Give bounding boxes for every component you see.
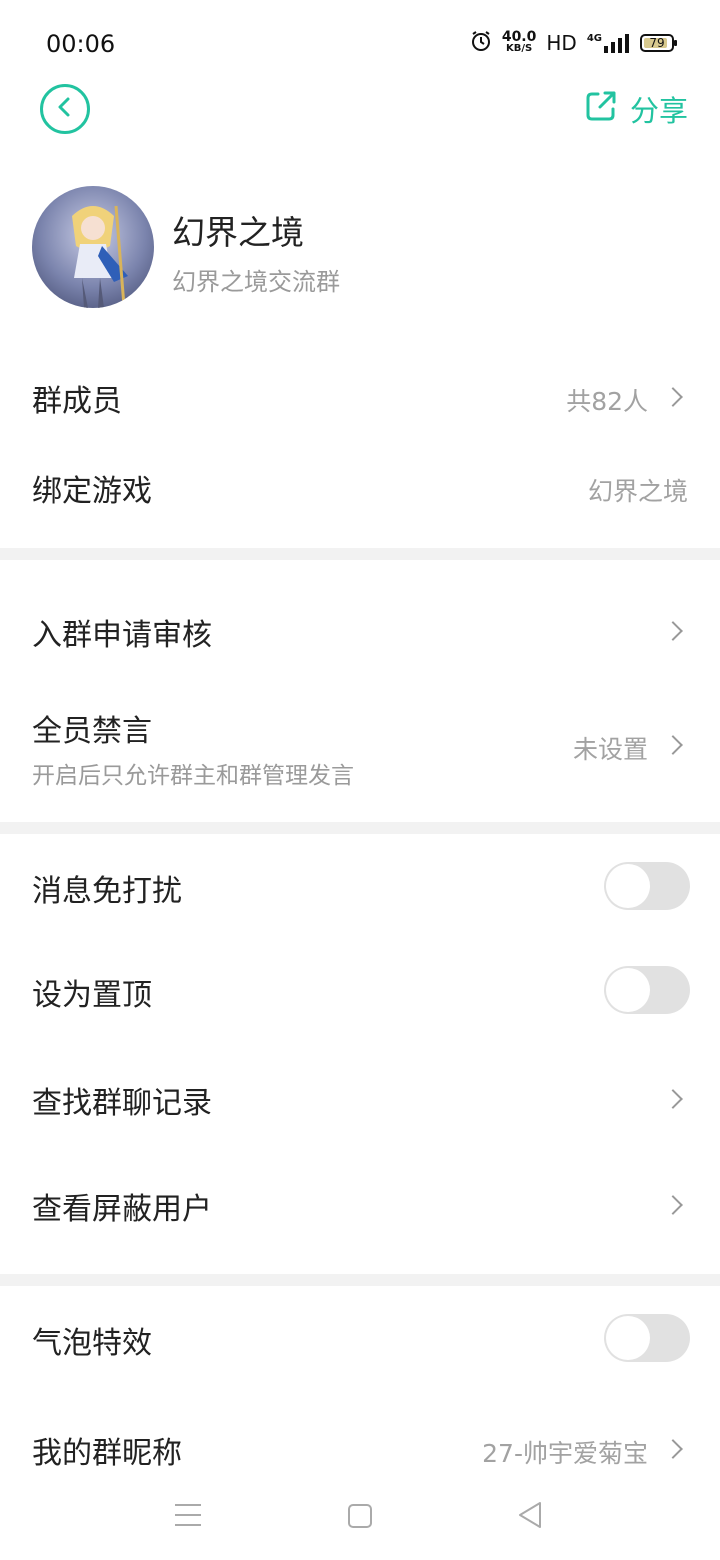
chevron-right-icon <box>663 1439 683 1459</box>
row-members-value: 共82人 <box>566 387 648 416</box>
share-label: 分享 <box>629 94 688 128</box>
back-button[interactable] <box>40 84 90 134</box>
row-bind-game: 绑定游戏 幻界之境 <box>0 442 720 532</box>
row-bubble-effect-label: 气泡特效 <box>32 1326 152 1361</box>
group-name: 幻界之境 <box>172 213 304 252</box>
group-avatar[interactable] <box>32 186 154 308</box>
row-mute-all-label: 全员禁言 <box>32 714 152 749</box>
network-speed: 40.0 KB/S <box>501 29 537 54</box>
chevron-right-icon <box>663 387 683 407</box>
row-search-history-label: 查找群聊记录 <box>32 1086 212 1121</box>
row-mute-all-value: 未设置 <box>572 735 648 764</box>
chevron-right-icon <box>663 1089 683 1109</box>
row-pin-top-label: 设为置顶 <box>32 978 152 1013</box>
row-bind-game-label: 绑定游戏 <box>32 474 152 509</box>
row-do-not-disturb-label: 消息免打扰 <box>32 874 182 909</box>
row-my-nickname-label: 我的群昵称 <box>32 1436 182 1471</box>
hd-indicator: HD <box>546 31 577 55</box>
row-my-nickname[interactable]: 我的群昵称 27-帅宇爱菊宝 <box>0 1402 720 1492</box>
share-icon <box>584 89 618 130</box>
chevron-left-icon <box>55 96 75 122</box>
chevron-right-icon <box>663 735 683 755</box>
home-icon[interactable] <box>348 1504 372 1528</box>
bubble-effect-toggle[interactable] <box>604 1314 690 1362</box>
nav-bar: 分享 <box>0 80 720 140</box>
row-bubble-effect: 气泡特效 <box>0 1292 720 1386</box>
row-blocked-users-label: 查看屏蔽用户 <box>32 1192 212 1227</box>
status-time: 00:06 <box>46 30 116 58</box>
alarm-icon <box>470 30 492 56</box>
share-button[interactable]: 分享 <box>584 88 688 130</box>
row-join-review-label: 入群申请审核 <box>32 618 212 653</box>
status-bar: 00:06 40.0 KB/S HD 4G 79 <box>0 0 720 88</box>
row-members[interactable]: 群成员 共82人 <box>0 352 720 442</box>
status-icons: 40.0 KB/S HD 4G 79 <box>470 29 677 56</box>
chevron-right-icon <box>663 621 683 641</box>
pin-top-toggle[interactable] <box>604 966 690 1014</box>
signal-icon: 4G <box>587 33 630 53</box>
row-members-label: 群成员 <box>32 384 122 419</box>
menu-icon[interactable] <box>175 1504 201 1526</box>
section-divider <box>0 1274 720 1286</box>
battery-level: 79 <box>649 36 665 50</box>
toggle-knob <box>606 968 650 1012</box>
back-triangle-icon[interactable] <box>516 1500 544 1534</box>
network-speed-value: 40.0 <box>501 29 537 45</box>
group-profile[interactable]: 幻界之境 幻界之境交流群 <box>32 186 692 310</box>
network-type: 4G <box>586 33 602 44</box>
system-nav-bar <box>0 1488 720 1560</box>
row-pin-top: 设为置顶 <box>0 944 720 1038</box>
network-speed-unit: KB/S <box>505 43 533 54</box>
row-do-not-disturb: 消息免打扰 <box>0 840 720 934</box>
section-divider <box>0 548 720 560</box>
group-description: 幻界之境交流群 <box>172 268 340 296</box>
row-my-nickname-value: 27-帅宇爱菊宝 <box>482 1439 648 1468</box>
section-divider <box>0 822 720 834</box>
row-mute-all[interactable]: 全员禁言 开启后只允许群主和群管理发言 未设置 <box>0 690 720 800</box>
chevron-right-icon <box>663 1195 683 1215</box>
row-join-review[interactable]: 入群申请审核 <box>0 586 720 676</box>
do-not-disturb-toggle[interactable] <box>604 862 690 910</box>
row-mute-all-subtitle: 开启后只允许群主和群管理发言 <box>32 763 354 789</box>
row-bind-game-value: 幻界之境 <box>587 477 688 506</box>
row-blocked-users[interactable]: 查看屏蔽用户 <box>0 1158 720 1252</box>
toggle-knob <box>606 1316 650 1360</box>
battery-icon: 79 <box>640 34 677 52</box>
toggle-knob <box>606 864 650 908</box>
row-search-history[interactable]: 查找群聊记录 <box>0 1054 720 1148</box>
